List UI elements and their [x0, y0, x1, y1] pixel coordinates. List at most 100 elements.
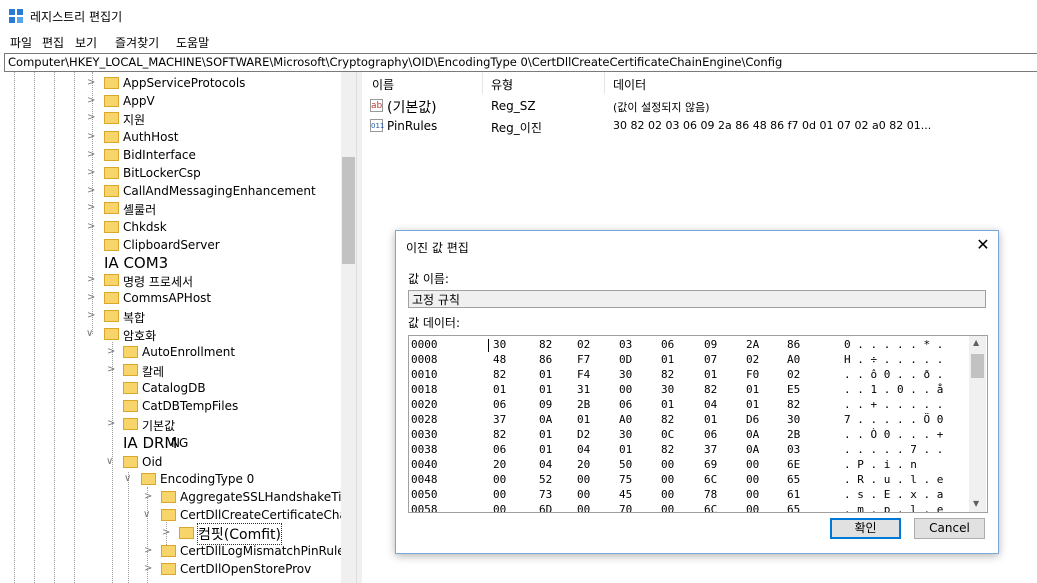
hex-byte[interactable]: 01: [746, 383, 759, 396]
tree-item[interactable]: > AutoEnrollment: [4, 343, 344, 361]
tree-item[interactable]: CatalogDB: [4, 379, 344, 397]
scroll-up-icon[interactable]: ▲: [973, 338, 979, 347]
hex-byte[interactable]: 31: [577, 383, 590, 396]
hex-byte[interactable]: 00: [619, 383, 632, 396]
hex-byte[interactable]: 00: [746, 458, 759, 471]
hex-byte[interactable]: 00: [493, 503, 506, 512]
chevron-right-icon[interactable]: >: [87, 202, 95, 213]
chevron-right-icon[interactable]: >: [107, 346, 115, 357]
tree-item[interactable]: > 기본값: [4, 415, 344, 433]
hex-ascii[interactable]: 0 . . . . . * .: [844, 338, 943, 351]
tree-item[interactable]: > CommsAPHost: [4, 289, 344, 307]
hex-byte[interactable]: 2B: [787, 428, 800, 441]
close-icon[interactable]: ✕: [974, 235, 992, 255]
hex-byte[interactable]: 03: [787, 443, 800, 456]
hex-byte[interactable]: 52: [539, 473, 552, 486]
hex-byte[interactable]: 02: [577, 338, 590, 351]
tree-scrollbar-thumb[interactable]: [342, 157, 355, 264]
chevron-down-icon[interactable]: ∨: [106, 456, 113, 467]
hex-byte[interactable]: 01: [704, 368, 717, 381]
tree-item[interactable]: > BidInterface: [4, 146, 344, 164]
hex-byte[interactable]: 01: [539, 443, 552, 456]
hex-byte[interactable]: 01: [619, 443, 632, 456]
menu-edit[interactable]: 편집: [42, 34, 64, 51]
tree-item[interactable]: ∨ CertDllCreateCertificateChainE: [4, 506, 356, 524]
column-divider[interactable]: [482, 72, 483, 94]
registry-tree[interactable]: > AppServiceProtocols > AppV > 지원 > AuthHost…: [4, 72, 357, 583]
hex-byte[interactable]: 01: [577, 413, 590, 426]
chevron-down-icon[interactable]: ∨: [124, 473, 131, 484]
hex-byte[interactable]: 00: [493, 473, 506, 486]
hex-byte[interactable]: 04: [577, 443, 590, 456]
hex-byte[interactable]: 0A: [746, 443, 759, 456]
menu-help[interactable]: 도움말: [176, 34, 209, 51]
hex-byte[interactable]: 00: [746, 503, 759, 512]
hex-byte[interactable]: 0D: [619, 353, 632, 366]
column-divider[interactable]: [604, 72, 605, 94]
hex-ascii[interactable]: . . Ò 0 . . . +: [844, 428, 943, 441]
tree-item[interactable]: > AppServiceProtocols: [4, 74, 344, 92]
hex-byte[interactable]: 0A: [746, 428, 759, 441]
tree-item[interactable]: > 칼레: [4, 361, 344, 379]
hex-byte[interactable]: 30: [493, 338, 506, 351]
hex-byte[interactable]: 01: [704, 413, 717, 426]
chevron-right-icon[interactable]: >: [87, 167, 95, 178]
list-item[interactable]: 011 PinRules Reg_이진 30 82 02 03 06 09 2a…: [363, 117, 1033, 135]
hex-byte[interactable]: 01: [539, 368, 552, 381]
menu-favorites[interactable]: 즐겨찾기: [115, 34, 159, 51]
tree-item[interactable]: > AppV: [4, 92, 344, 110]
tree-item[interactable]: > 복합: [4, 307, 344, 325]
cancel-button[interactable]: Cancel: [914, 518, 985, 539]
hex-byte[interactable]: 6C: [704, 503, 717, 512]
hex-byte[interactable]: 00: [746, 473, 759, 486]
tree-item[interactable]: > 지원: [4, 109, 344, 127]
tree-item[interactable]: > AuthHost: [4, 128, 344, 146]
hex-byte[interactable]: 00: [577, 488, 590, 501]
tree-item-label[interactable]: IA DRM: [123, 434, 178, 452]
hex-byte[interactable]: 0A: [539, 413, 552, 426]
list-item[interactable]: ab (기본값) Reg_SZ (값이 설정되지 않음): [363, 97, 1033, 116]
hex-editor[interactable]: 0000 30 82 02 03 06 09 2A 86 0 . . . . . * . 0008 4…: [408, 335, 988, 513]
tree-item[interactable]: ∨ Oid: [4, 453, 344, 471]
hex-byte[interactable]: 65: [787, 503, 800, 512]
hex-byte[interactable]: 01: [661, 398, 674, 411]
hex-byte[interactable]: 01: [746, 398, 759, 411]
tree-item[interactable]: CatDBTempFiles: [4, 397, 344, 415]
hex-byte[interactable]: 09: [704, 338, 717, 351]
hex-byte[interactable]: 82: [493, 428, 506, 441]
hex-byte[interactable]: 01: [661, 353, 674, 366]
hex-ascii[interactable]: . m . p . l . e: [844, 503, 943, 512]
tree-item[interactable]: > 셸룰러: [4, 199, 344, 217]
hex-byte[interactable]: 06: [493, 398, 506, 411]
hex-ascii[interactable]: . . ô 0 . . ð .: [844, 368, 943, 381]
hex-byte[interactable]: 06: [493, 443, 506, 456]
hex-byte[interactable]: 01: [493, 383, 506, 396]
hex-byte[interactable]: 75: [619, 473, 632, 486]
chevron-right-icon[interactable]: >: [144, 545, 152, 556]
hex-byte[interactable]: 06: [661, 338, 674, 351]
chevron-right-icon[interactable]: >: [87, 185, 95, 196]
hex-byte[interactable]: 82: [661, 413, 674, 426]
hex-byte[interactable]: F0: [746, 368, 759, 381]
tree-item[interactable]: > Chkdsk: [4, 218, 344, 236]
hex-byte[interactable]: 48: [493, 353, 506, 366]
hex-byte[interactable]: 65: [787, 473, 800, 486]
hex-ascii[interactable]: . P . i . n: [844, 458, 917, 471]
hex-ascii[interactable]: 7 . . . . . Ö 0: [844, 413, 943, 426]
hex-byte[interactable]: 86: [787, 338, 800, 351]
tree-item[interactable]: > 명령 프로세서: [4, 271, 344, 289]
tree-scrollbar[interactable]: [341, 72, 356, 583]
chevron-right-icon[interactable]: >: [144, 491, 152, 502]
chevron-right-icon[interactable]: >: [107, 364, 115, 375]
menu-view[interactable]: 보기: [75, 34, 97, 51]
hex-byte[interactable]: 04: [539, 458, 552, 471]
hex-byte[interactable]: 00: [661, 488, 674, 501]
hex-byte[interactable]: D6: [746, 413, 759, 426]
chevron-right-icon[interactable]: >: [87, 77, 95, 88]
hex-byte[interactable]: 2B: [577, 398, 590, 411]
hex-byte[interactable]: 0C: [661, 428, 674, 441]
hex-scrollbar-thumb[interactable]: [971, 354, 984, 378]
hex-byte[interactable]: 78: [704, 488, 717, 501]
hex-ascii[interactable]: . R . u . l . e: [844, 473, 943, 486]
hex-byte[interactable]: 30: [787, 413, 800, 426]
